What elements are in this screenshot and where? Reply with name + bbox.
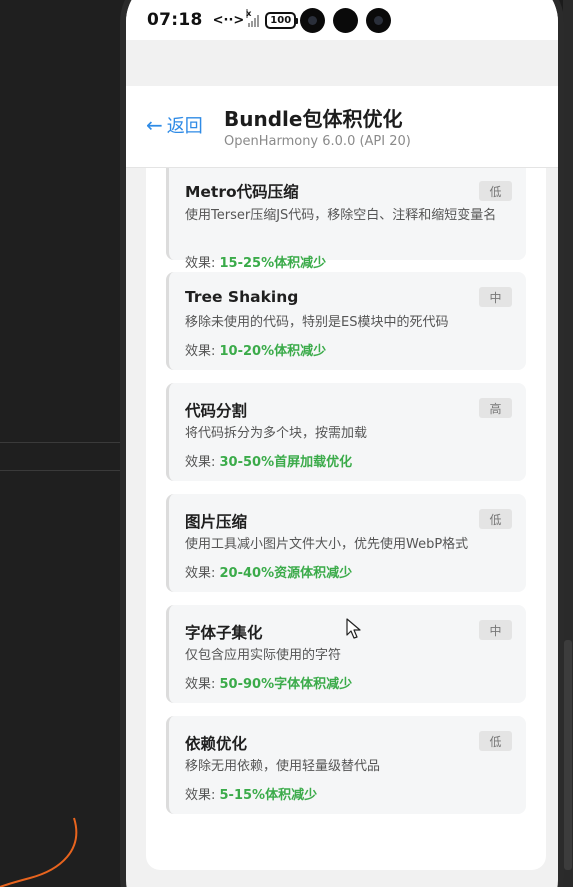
camera-icon (366, 7, 392, 33)
effect-value: 10-20%体积减少 (219, 344, 327, 359)
item-effect: 效果: 50-90%字体体积减少 (185, 677, 353, 692)
impact-badge: 中 (479, 287, 512, 307)
optimization-item[interactable]: 代码分割 高 将代码拆分为多个块，按需加载 效果: 30-50%首屏加载优化 (166, 383, 526, 481)
scrollbar[interactable] (563, 0, 573, 887)
optimization-item[interactable]: Tree Shaking 中 移除未使用的代码，特别是ES模块中的死代码 效果:… (166, 272, 526, 370)
battery-icon: 100 (265, 11, 299, 29)
item-title: Tree Shaking (185, 288, 299, 306)
status-bar: 07:18 <··> x 100 (126, 0, 558, 40)
item-description: 使用工具减小图片文件大小，优先使用WebP格式 (185, 537, 469, 552)
scrollbar-thumb[interactable] (564, 640, 572, 870)
camera-icon (300, 7, 326, 33)
page-header: ← 返回 Bundle包体积优化 OpenHarmony 6.0.0 (API … (126, 86, 558, 168)
item-effect: 效果: 5-15%体积减少 (185, 788, 318, 803)
status-time: 07:18 (147, 10, 203, 30)
mouse-cursor-icon (346, 618, 361, 639)
item-effect: 效果: 10-20%体积减少 (185, 344, 327, 359)
item-description: 使用Terser压缩JS代码，移除空白、注释和缩短变量名 (185, 208, 497, 223)
impact-badge: 低 (479, 181, 512, 201)
divider (0, 470, 124, 471)
effect-value: 15-25%体积减少 (219, 256, 327, 271)
optimization-item[interactable]: 图片压缩 低 使用工具减小图片文件大小，优先使用WebP格式 效果: 20-40… (166, 494, 526, 592)
item-title: 图片压缩 (185, 513, 248, 531)
back-button[interactable]: ← 返回 (146, 112, 203, 138)
phone-screen: 07:18 <··> x 100 ← 返回 Bundle包体积优化 OpenHa… (126, 0, 558, 887)
effect-value: 20-40%资源体积减少 (219, 566, 353, 581)
divider (0, 442, 124, 443)
impact-badge: 低 (479, 509, 512, 529)
impact-badge: 中 (479, 620, 512, 640)
impact-badge: 高 (479, 398, 512, 418)
optimization-list-card: Metro代码压缩 低 使用Terser压缩JS代码，移除空白、注释和缩短变量名… (146, 168, 546, 870)
camera-icon (333, 7, 359, 33)
optimization-item[interactable]: Metro代码压缩 低 使用Terser压缩JS代码，移除空白、注释和缩短变量名… (166, 168, 526, 271)
item-description: 仅包含应用实际使用的字符 (185, 648, 342, 663)
item-effect: 效果: 15-25%体积减少 (185, 256, 327, 271)
signal-icon: x (246, 9, 260, 27)
page-subtitle: OpenHarmony 6.0.0 (API 20) (224, 134, 411, 149)
item-effect: 效果: 20-40%资源体积减少 (185, 566, 353, 581)
editor-background (0, 0, 124, 887)
item-title: 依赖优化 (185, 735, 248, 753)
effect-value: 5-15%体积减少 (219, 788, 318, 803)
item-description: 移除无用依赖，使用轻量级替代品 (185, 759, 381, 774)
impact-badge: 低 (479, 731, 512, 751)
effect-value: 50-90%字体体积减少 (219, 677, 353, 692)
item-description: 将代码拆分为多个块，按需加载 (185, 426, 368, 441)
back-arrow-icon: ← (146, 113, 163, 137)
title-bar-spacer (126, 40, 558, 86)
item-description: 移除未使用的代码，特别是ES模块中的死代码 (185, 315, 449, 330)
item-effect: 效果: 30-50%首屏加载优化 (185, 455, 353, 470)
item-title: Metro代码压缩 (185, 183, 299, 201)
nfc-icon: <··> (212, 12, 245, 28)
item-title: 代码分割 (185, 402, 248, 420)
item-title: 字体子集化 (185, 624, 263, 642)
back-label: 返回 (166, 116, 203, 137)
effect-value: 30-50%首屏加载优化 (219, 455, 353, 470)
annotation-curve (0, 817, 78, 887)
optimization-item[interactable]: 依赖优化 低 移除无用依赖，使用轻量级替代品 效果: 5-15%体积减少 (166, 716, 526, 814)
page-title: Bundle包体积优化 (224, 107, 403, 131)
